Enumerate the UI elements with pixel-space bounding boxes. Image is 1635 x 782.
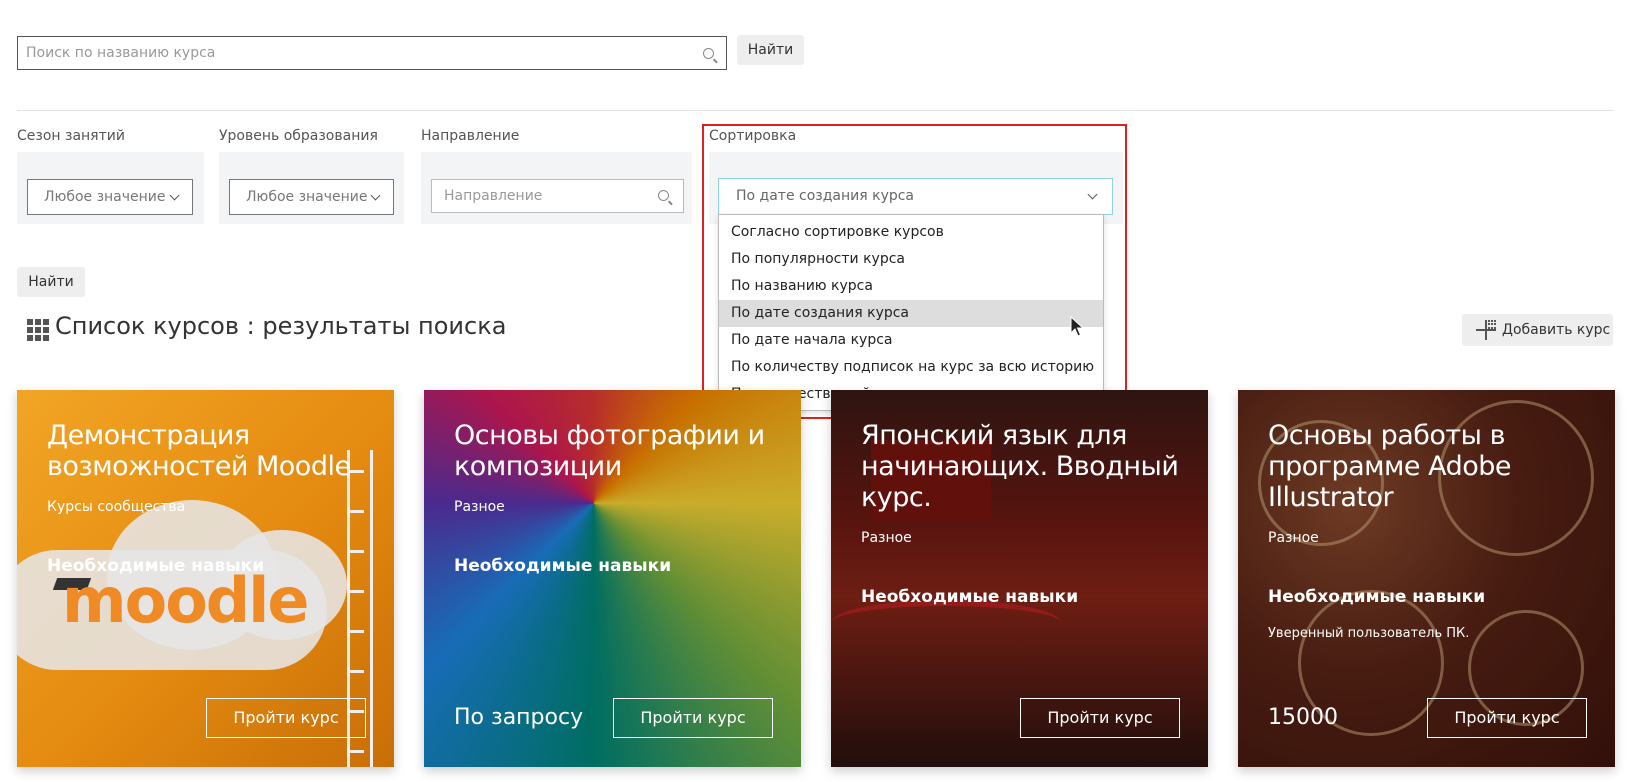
direction-input[interactable]	[432, 180, 666, 212]
course-skills-label: Необходимые навыки	[454, 556, 672, 576]
level-select-value: Любое значение	[246, 189, 368, 205]
course-card[interactable]: Японский язык для начинающих. Вводный ку…	[831, 390, 1208, 767]
search-submit-button[interactable]: Найти	[737, 35, 804, 65]
course-skills-text: Уверенный пользователь ПК.	[1268, 626, 1470, 641]
grid-icon	[27, 319, 49, 341]
course-price: 15000	[1268, 705, 1338, 730]
course-search-field[interactable]	[17, 36, 727, 70]
chevron-down-icon	[370, 190, 381, 201]
divider	[17, 110, 1614, 111]
course-card[interactable]: Основы работы в программе Adobe Illustra…	[1238, 390, 1615, 767]
take-course-button[interactable]: Пройти курс	[613, 698, 773, 738]
season-filter-label: Сезон занятий	[17, 128, 125, 144]
sort-select[interactable]: По дате создания курса	[718, 178, 1113, 215]
sort-filter-label: Сортировка	[709, 128, 797, 144]
course-title: Основы фотографии и композиции	[454, 420, 765, 482]
sort-option-start-date[interactable]: По дате начала курса	[719, 327, 1103, 354]
course-category: Разное	[454, 499, 505, 515]
sort-option-course-order[interactable]: Согласно сортировке курсов	[719, 219, 1103, 246]
sort-option-creation-date[interactable]: По дате создания курса	[719, 300, 1103, 327]
season-select[interactable]: Любое значение	[27, 179, 193, 215]
sort-option-popularity[interactable]: По популярности курса	[719, 246, 1103, 273]
course-skills-label: Необходимые навыки	[1268, 587, 1486, 607]
add-course-label: Добавить курс	[1502, 322, 1611, 338]
search-icon	[703, 48, 714, 59]
direction-filter-label: Направление	[421, 128, 520, 144]
course-card[interactable]: Основы фотографии и композиции Разное Не…	[424, 390, 801, 767]
course-category: Курсы сообщества	[47, 499, 186, 515]
sort-select-value: По дате создания курса	[736, 188, 915, 204]
take-course-button[interactable]: Пройти курс	[206, 698, 366, 738]
chevron-down-icon	[169, 190, 180, 201]
page-title: Список курсов : результаты поиска	[55, 312, 507, 340]
add-grid-icon	[1476, 320, 1498, 340]
course-title: Демонстрация возможностей Moodle	[47, 420, 351, 482]
sort-option-total-subscriptions[interactable]: По количеству подписок на курс за всю ис…	[719, 354, 1103, 381]
add-course-button[interactable]: Добавить курс	[1462, 314, 1613, 346]
course-category: Разное	[1268, 530, 1319, 546]
take-course-button[interactable]: Пройти курс	[1427, 698, 1587, 738]
sort-option-name[interactable]: По названию курса	[719, 273, 1103, 300]
course-card[interactable]: moodle Демонстрация возможностей Moodle …	[17, 390, 394, 767]
season-select-value: Любое значение	[44, 189, 166, 205]
course-search-input[interactable]	[18, 37, 694, 69]
take-course-button[interactable]: Пройти курс	[1020, 698, 1180, 738]
course-skills-label: Необходимые навыки	[861, 587, 1079, 607]
direction-field[interactable]	[431, 179, 684, 213]
sort-dropdown-menu: Согласно сортировке курсов По популярнос…	[718, 214, 1104, 411]
filter-find-button[interactable]: Найти	[17, 267, 85, 297]
mouse-cursor-icon	[1070, 316, 1084, 337]
search-icon	[658, 190, 669, 201]
level-filter-label: Уровень образования	[219, 128, 378, 144]
chevron-down-icon	[1087, 189, 1098, 200]
course-skills-label: Необходимые навыки	[47, 556, 265, 576]
level-select[interactable]: Любое значение	[229, 179, 394, 215]
course-title: Основы работы в программе Adobe Illustra…	[1268, 420, 1512, 513]
course-category: Разное	[861, 530, 912, 546]
course-title: Японский язык для начинающих. Вводный ку…	[861, 420, 1179, 513]
course-price: По запросу	[454, 705, 584, 730]
